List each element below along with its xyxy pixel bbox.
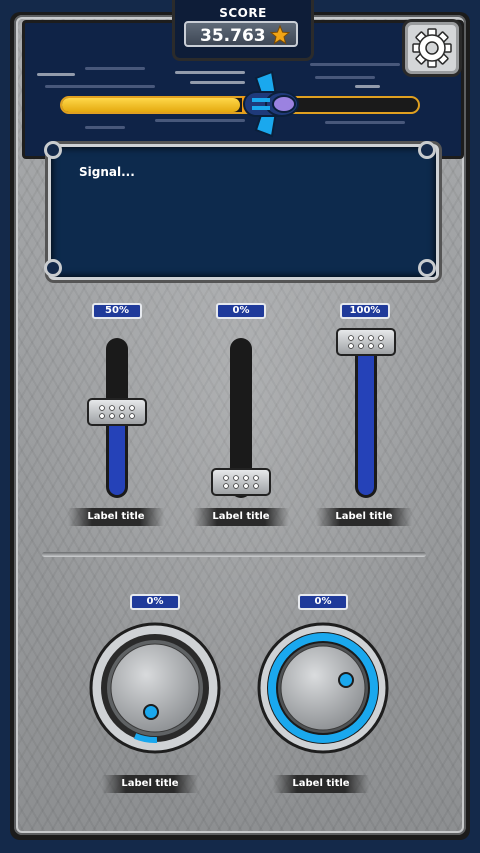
speed-streak [155,119,245,122]
speed-streak [310,63,400,66]
grip-dots-icon [348,335,384,349]
knob-1-label: Label title [102,775,198,793]
settings-button[interactable] [402,19,462,77]
slider-1-fill [109,418,125,495]
slider-3-fill [358,341,374,495]
slider-3-label: Label title [316,508,412,526]
slider-2-label: Label title [193,508,289,526]
speed-streak [85,67,145,70]
slider-1-label: Label title [68,508,164,526]
gear-icon [412,28,452,68]
slider-2-value-badge: 0% [216,303,266,319]
score-panel: SCORE 35.763 [172,0,314,61]
grip-dots-icon [99,405,135,419]
score-label: SCORE [219,6,267,20]
signal-text: Signal... [79,165,135,179]
slider-3-value-badge: 100% [340,303,390,319]
speed-streak [315,76,375,79]
section-divider [42,552,426,557]
speed-streak [325,121,405,124]
score-value: 35.763 [200,26,266,46]
slider-2-handle[interactable] [211,468,271,496]
knob-2[interactable] [257,622,389,754]
knob-1-dial [89,622,221,754]
score-value-box: 35.763 [184,21,298,47]
slider-3-handle[interactable] [336,328,396,356]
speed-streak [45,85,155,88]
star-icon [270,25,290,45]
knob-2-value-badge: 0% [298,594,348,610]
screen-bolt [418,259,436,277]
knob-1[interactable] [89,622,221,754]
knob-1-value-badge: 0% [130,594,180,610]
knob-2-indicator [338,672,354,688]
knob-1-indicator [143,704,159,720]
screen-bolt [44,141,62,159]
speed-streak [37,73,75,76]
level-progress-fill [62,98,240,112]
speed-streak [355,85,380,88]
spaceship-icon [242,70,299,138]
slider-1-handle[interactable] [87,398,147,426]
screen-bolt [418,141,436,159]
speed-streak [175,71,245,74]
knob-2-dial [257,622,389,754]
grip-dots-icon [223,475,259,489]
slider-3-track[interactable] [355,338,377,498]
screen-bolt [44,259,62,277]
signal-screen: Signal... [48,144,439,280]
knob-2-label: Label title [273,775,369,793]
slider-1-value-badge: 50% [92,303,142,319]
speed-streak [85,126,125,129]
